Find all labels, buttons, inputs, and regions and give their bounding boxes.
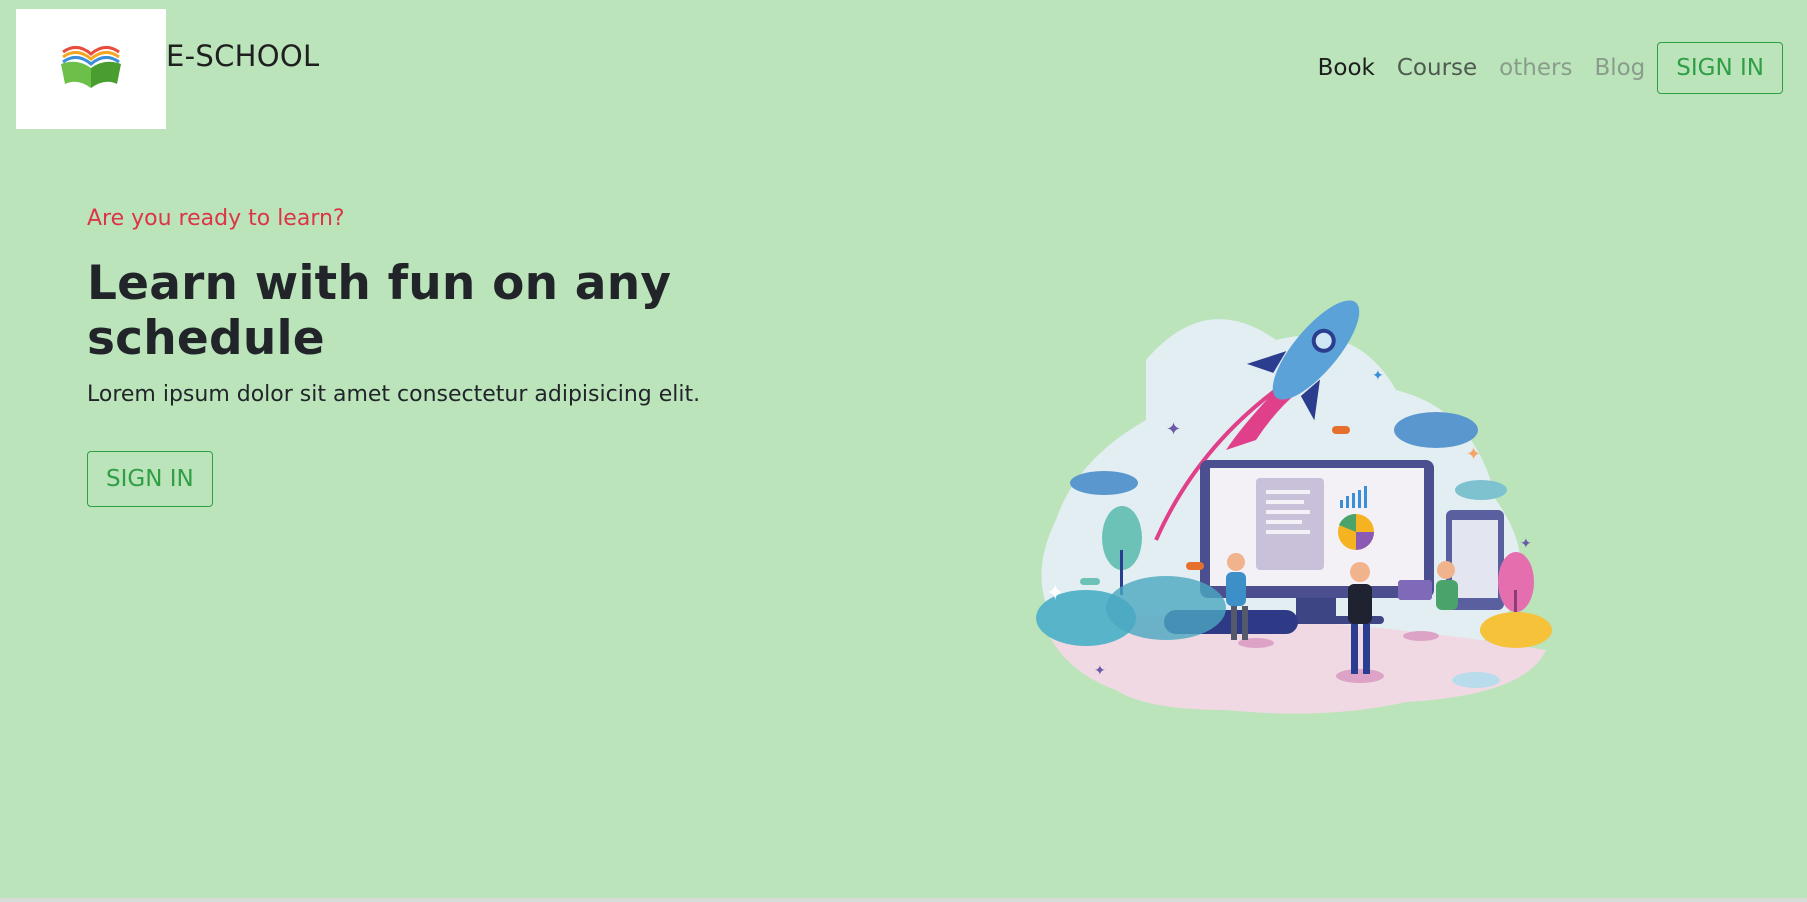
svg-text:✦: ✦	[1046, 581, 1064, 606]
nav-signin-button[interactable]: SIGN IN	[1657, 42, 1783, 94]
nav-link-course[interactable]: Course	[1386, 55, 1488, 81]
svg-text:✦: ✦	[1372, 368, 1384, 384]
svg-text:✦: ✦	[1466, 444, 1481, 465]
hero-eyebrow: Are you ready to learn?	[87, 206, 345, 231]
hero-illustration: ✦ ✦ ✦ ✦ ✦ ✦	[1026, 300, 1556, 724]
nav-link-blog[interactable]: Blog	[1583, 55, 1656, 81]
svg-text:✦: ✦	[1094, 663, 1106, 679]
hero-section: Are you ready to learn? Learn with fun o…	[87, 206, 907, 507]
brand-name[interactable]: E-SCHOOL	[166, 39, 319, 73]
svg-text:✦: ✦	[1520, 536, 1532, 552]
hero-subtext: Lorem ipsum dolor sit amet consectetur a…	[87, 382, 701, 407]
rocket-computer-learning-illustration: ✦ ✦ ✦ ✦ ✦ ✦	[1036, 300, 1552, 714]
nav-link-book[interactable]: Book	[1307, 55, 1386, 81]
page-bottom-border	[0, 898, 1807, 902]
logo[interactable]	[16, 9, 166, 129]
nav-link-others[interactable]: others	[1488, 55, 1583, 81]
hero-signin-button[interactable]: SIGN IN	[87, 451, 213, 507]
open-book-icon	[61, 46, 121, 88]
nav-links: Book Course others Blog SIGN IN	[1307, 42, 1783, 94]
svg-text:✦: ✦	[1166, 419, 1181, 440]
hero-headline: Learn with fun on any schedule	[87, 256, 672, 366]
navbar: E-SCHOOL Book Course others Blog SIGN IN	[0, 0, 1807, 140]
